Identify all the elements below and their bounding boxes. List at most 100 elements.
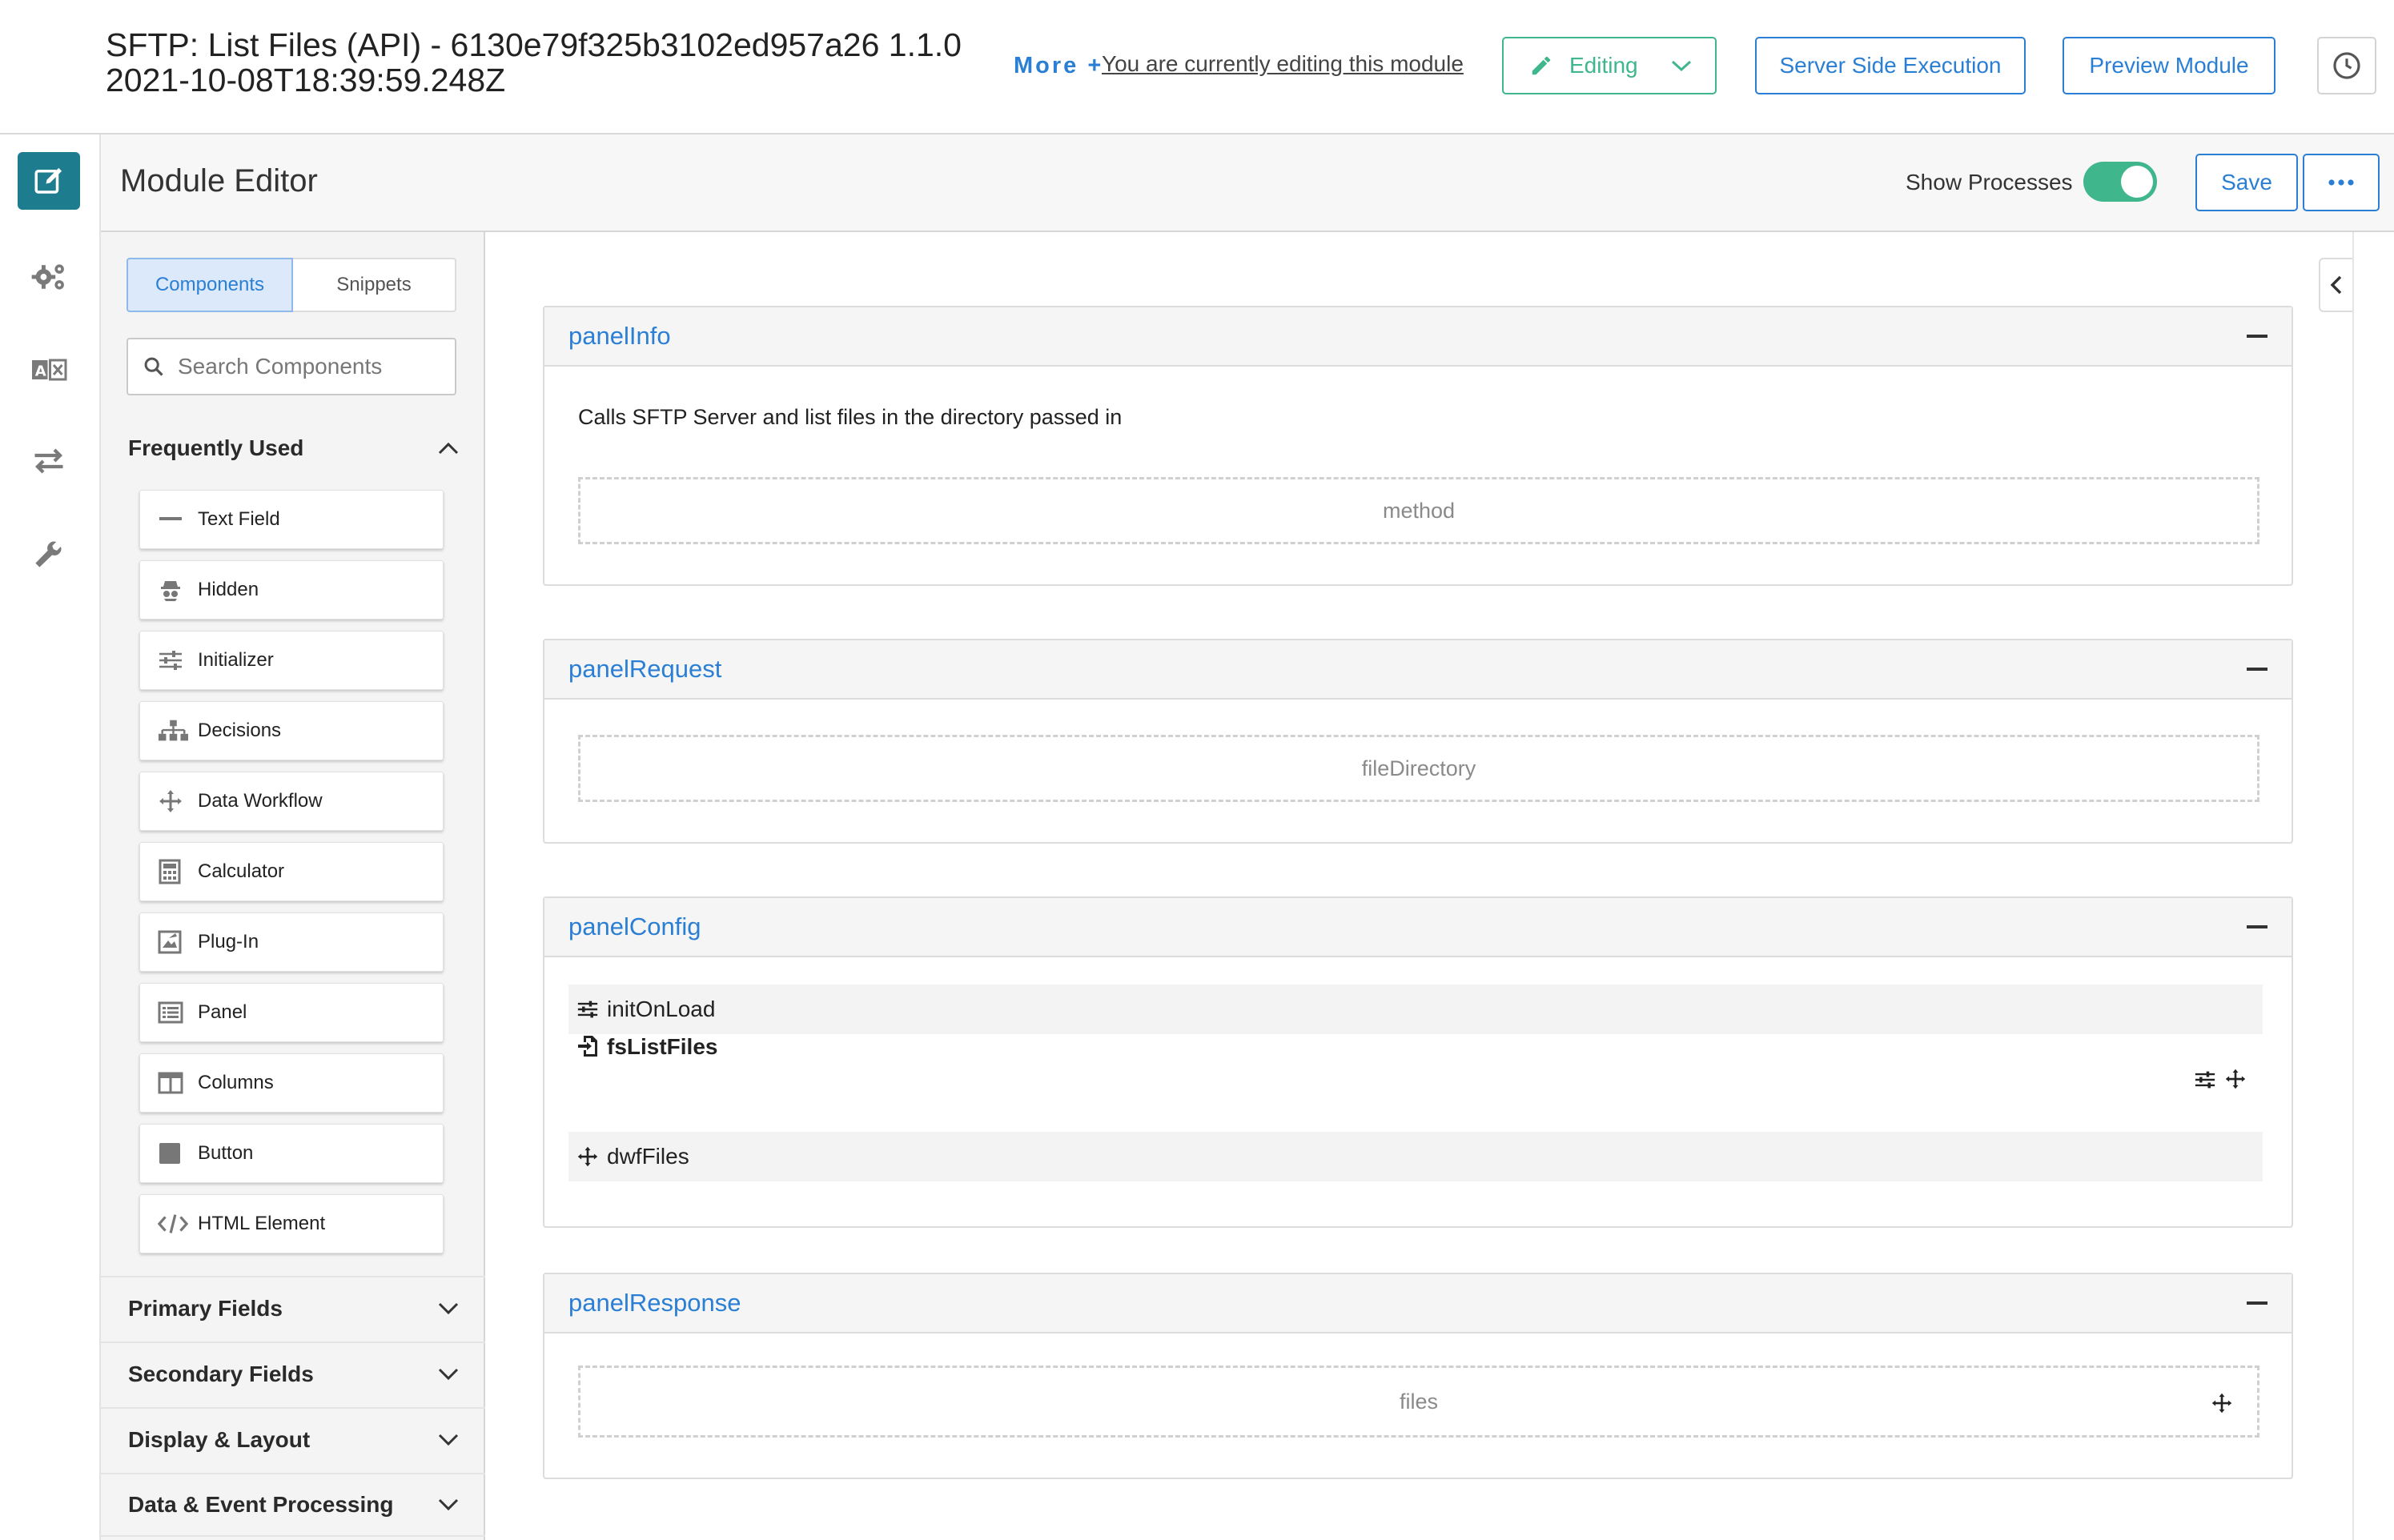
move-icon[interactable] — [2211, 1392, 2233, 1414]
search-icon — [143, 355, 165, 378]
module-title-line2: 2021-10-08T18:39:59.248Z — [106, 62, 506, 98]
rail-translations-button[interactable]: A — [18, 341, 80, 399]
rail-editor-button[interactable] — [18, 152, 80, 210]
editing-label: Editing — [1569, 53, 1638, 78]
collapse-drawer-button[interactable] — [2319, 258, 2352, 312]
component-label: HTML Element — [198, 1213, 326, 1234]
show-processes-toggle[interactable] — [2083, 162, 2157, 202]
component-label: Columns — [198, 1072, 274, 1093]
collapse-minus-icon[interactable] — [2247, 1301, 2267, 1305]
component-button[interactable]: Button — [139, 1124, 444, 1183]
component-label: Calculator — [198, 860, 285, 882]
field-method[interactable]: method — [578, 477, 2259, 544]
module-title-line1: SFTP: List Files (API) - 6130e79f325b310… — [106, 26, 962, 63]
panel-header[interactable]: panelResponse — [544, 1274, 2292, 1333]
component-calculator[interactable]: Calculator — [139, 842, 444, 901]
preview-module-button[interactable]: Preview Module — [2063, 37, 2276, 94]
button-icon — [158, 1140, 188, 1167]
chevron-left-icon — [2329, 275, 2344, 295]
left-nav-rail: A — [0, 134, 101, 1540]
text-field-icon — [158, 506, 188, 533]
hidden-icon — [158, 576, 188, 604]
chevron-down-icon — [437, 1301, 460, 1316]
editing-message-link[interactable]: You are currently editing this module — [1102, 51, 1464, 77]
component-hidden[interactable]: Hidden — [139, 560, 444, 620]
component-html-element[interactable]: HTML Element — [139, 1194, 444, 1253]
edit-icon — [32, 164, 66, 198]
calculator-icon — [158, 858, 188, 885]
component-label: Button — [198, 1142, 254, 1164]
history-button[interactable] — [2317, 37, 2376, 94]
panel-header[interactable]: panelConfig — [544, 898, 2292, 957]
process-dwf-files[interactable]: dwfFiles — [568, 1132, 2263, 1181]
tab-snippets[interactable]: Snippets — [293, 258, 456, 312]
ellipsis-icon — [2328, 178, 2355, 186]
category-primary-fields[interactable]: Primary Fields — [101, 1276, 485, 1340]
tab-components[interactable]: Components — [127, 258, 293, 312]
category-display-layout[interactable]: Display & Layout — [101, 1407, 485, 1471]
process-label: initOnLoad — [607, 997, 716, 1021]
component-plug-in[interactable]: Plug-In — [139, 912, 444, 972]
panel-icon — [158, 999, 188, 1026]
clock-icon — [2332, 50, 2362, 81]
category-secondary-fields[interactable]: Secondary Fields — [101, 1341, 485, 1406]
component-data-workflow[interactable]: Data Workflow — [139, 772, 444, 831]
frequently-used-header[interactable]: Frequently Used — [101, 421, 485, 475]
panel-title: panelRequest — [568, 655, 722, 683]
panel-title: panelResponse — [568, 1289, 741, 1317]
more-link[interactable]: More + — [1014, 53, 1103, 79]
category-title: Data & Event Processing — [128, 1492, 394, 1517]
server-side-execution-button[interactable]: Server Side Execution — [1755, 37, 2026, 94]
field-file-directory[interactable]: fileDirectory — [578, 735, 2259, 802]
rail-settings-button[interactable] — [18, 248, 80, 306]
rail-tools-button[interactable] — [18, 525, 80, 583]
columns-icon — [158, 1069, 188, 1097]
save-button[interactable]: Save — [2195, 154, 2298, 211]
collapse-minus-icon[interactable] — [2247, 925, 2267, 928]
collapse-minus-icon[interactable] — [2247, 668, 2267, 671]
move-icon[interactable] — [2224, 1068, 2247, 1090]
component-decisions[interactable]: Decisions — [139, 701, 444, 760]
category-title: Secondary Fields — [128, 1362, 314, 1386]
pencil-icon — [1529, 54, 1553, 78]
component-columns[interactable]: Columns — [139, 1053, 444, 1113]
show-processes-label: Show Processes — [1906, 170, 2073, 195]
process-label: fsListFiles — [607, 1034, 718, 1059]
component-label: Decisions — [198, 720, 282, 741]
file-import-icon — [576, 1034, 601, 1058]
more-options-button[interactable] — [2303, 154, 2380, 211]
process-fs-list-files[interactable]: fsListFiles — [568, 1026, 2263, 1130]
process-settings-icon[interactable] — [2194, 1069, 2216, 1090]
panel-info[interactable]: panelInfo Calls SFTP Server and list fil… — [543, 306, 2293, 586]
rail-transfer-button[interactable] — [18, 432, 80, 490]
panel-header[interactable]: panelInfo — [544, 307, 2292, 367]
panel-config[interactable]: panelConfig initOnLoad fsListFiles dwfFi… — [543, 896, 2293, 1228]
panel-title: panelConfig — [568, 912, 701, 940]
process-label: dwfFiles — [607, 1144, 689, 1169]
search-input[interactable] — [176, 353, 440, 380]
component-initializer[interactable]: Initializer — [139, 631, 444, 690]
component-label: Hidden — [198, 579, 259, 600]
panel-response[interactable]: panelResponse files — [543, 1273, 2293, 1479]
plug-in-icon — [158, 928, 188, 956]
component-panel[interactable]: Panel — [139, 983, 444, 1042]
chevron-down-icon — [437, 1433, 460, 1447]
component-label: Initializer — [198, 649, 274, 671]
component-text-field[interactable]: Text Field — [139, 490, 444, 549]
svg-text:A: A — [35, 363, 46, 380]
editing-dropdown-button[interactable]: Editing — [1502, 37, 1717, 94]
search-components-box[interactable] — [127, 338, 456, 395]
gears-icon — [30, 260, 67, 294]
field-files[interactable]: files — [578, 1366, 2259, 1438]
panel-request[interactable]: panelRequest fileDirectory — [543, 639, 2293, 844]
panel-header[interactable]: panelRequest — [544, 640, 2292, 700]
editor-title: Module Editor — [120, 163, 318, 199]
category-data-event-processing[interactable]: Data & Event Processing — [101, 1473, 485, 1537]
chevron-down-icon — [437, 1498, 460, 1512]
toggle-knob — [2121, 166, 2153, 198]
collapse-minus-icon[interactable] — [2247, 335, 2267, 338]
category-title: Primary Fields — [128, 1296, 283, 1321]
chevron-down-icon — [1670, 58, 1693, 74]
component-label: Plug-In — [198, 931, 259, 952]
exchange-icon — [32, 447, 66, 475]
